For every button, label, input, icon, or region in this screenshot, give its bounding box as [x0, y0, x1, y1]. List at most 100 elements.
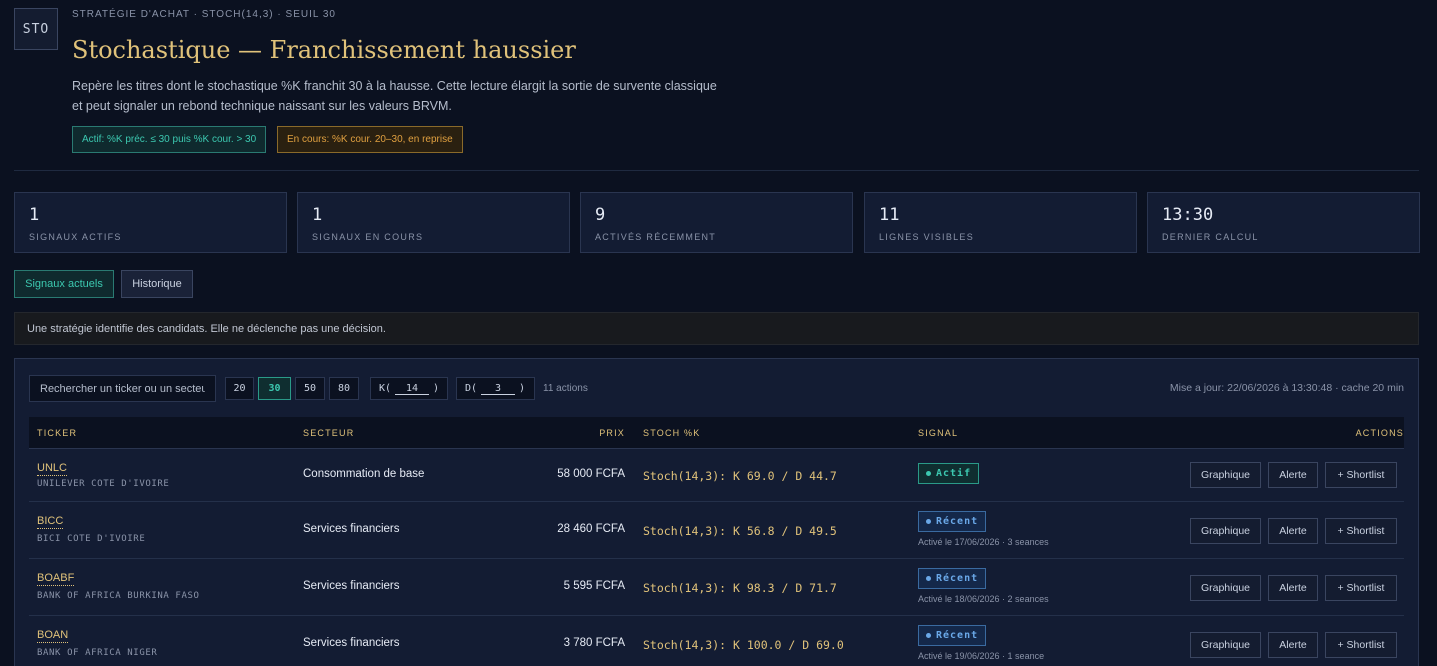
table-row: UNLC UNILEVER COTE D'IVOIRE Consommation…: [29, 449, 1404, 502]
column-actions: ACTIONS: [1355, 428, 1404, 438]
active-condition-chip: Actif: %K préc. ≤ 30 puis %K cour. > 30: [72, 126, 267, 153]
last-updated: Mise a jour: 22/06/2026 à 13:30:48 · cac…: [1169, 382, 1404, 394]
status-dot-icon: [926, 633, 931, 638]
status-dot-icon: [926, 576, 931, 581]
status-badge-label: Actif: [936, 468, 972, 479]
stat-value: 11: [879, 205, 900, 225]
stoch-cell: Stoch(14,3): K 100.0 / D 69.0: [643, 638, 844, 652]
stoch-cell: Stoch(14,3): K 69.0 / D 44.7: [643, 469, 837, 483]
activation-date: Activé le 17/06/2026 · 3 seances: [918, 537, 1049, 547]
sector-cell: Services financiers: [303, 637, 400, 649]
signals-panel: 20 30 50 80 K( 14 ) D( 3 ) 11 actions Mi…: [14, 358, 1419, 666]
stat-active-signals: 1 SIGNAUX ACTIFS: [14, 192, 287, 253]
stat-label: LIGNES VISIBLES: [879, 232, 975, 242]
company-name: BANK OF AFRICA NIGER: [37, 648, 158, 658]
shortlist-button[interactable]: + Shortlist: [1325, 575, 1397, 601]
k-period-input[interactable]: K( 14 ): [370, 377, 448, 400]
page-title: Stochastique — Franchissement haussier: [72, 36, 576, 64]
alert-button[interactable]: Alerte: [1268, 632, 1318, 658]
k-value[interactable]: 14: [395, 383, 429, 395]
stat-label: SIGNAUX ACTIFS: [29, 232, 122, 242]
table-header: TICKER SECTEUR PRIX STOCH %K SIGNAL ACTI…: [29, 417, 1404, 449]
shortlist-button[interactable]: + Shortlist: [1325, 518, 1397, 544]
status-dot-icon: [926, 519, 931, 524]
activation-date: Activé le 18/06/2026 · 2 seances: [918, 594, 1049, 604]
level-button-20[interactable]: 20: [225, 377, 254, 400]
stat-visible-rows: 11 LIGNES VISIBLES: [864, 192, 1137, 253]
pending-condition-chip: En cours: %K cour. 20–30, en reprise: [277, 126, 463, 153]
disclaimer-notice: Une stratégie identifie des candidats. E…: [14, 312, 1419, 345]
stat-last-computation: 13:30 DERNIER CALCUL: [1147, 192, 1420, 253]
result-count: 11 actions: [543, 383, 588, 394]
ticker-link[interactable]: BICC: [37, 515, 64, 529]
ticker-link[interactable]: UNLC: [37, 462, 67, 476]
sector-cell: Services financiers: [303, 580, 400, 592]
description-line-2: et peut signaler un rebond technique nai…: [72, 99, 452, 113]
stat-label: DERNIER CALCUL: [1162, 232, 1259, 242]
activation-date: Activé le 19/06/2026 · 1 seance: [918, 651, 1045, 661]
strategy-description: Repère les titres dont le stochastique %…: [72, 76, 752, 116]
level-button-30[interactable]: 30: [258, 377, 291, 400]
search-input[interactable]: [29, 375, 216, 402]
shortlist-button[interactable]: + Shortlist: [1325, 632, 1397, 658]
stoch-cell: Stoch(14,3): K 56.8 / D 49.5: [643, 524, 837, 538]
column-price[interactable]: PRIX: [599, 428, 625, 438]
status-badge: Récent: [918, 625, 987, 646]
price-cell: 58 000 FCFA: [557, 468, 625, 480]
strategy-logo: STO: [14, 8, 58, 50]
company-name: BICI COTE D'IVOIRE: [37, 534, 146, 544]
status-badge-label: Récent: [936, 516, 979, 527]
status-dot-icon: [926, 471, 931, 476]
stat-label: SIGNAUX EN COURS: [312, 232, 424, 242]
company-name: BANK OF AFRICA BURKINA FASO: [37, 591, 200, 601]
price-cell: 28 460 FCFA: [557, 523, 625, 535]
d-period-input[interactable]: D( 3 ): [456, 377, 535, 400]
sector-cell: Services financiers: [303, 523, 400, 535]
k-close: ): [432, 383, 439, 394]
table-row: BOABF BANK OF AFRICA BURKINA FASO Servic…: [29, 559, 1404, 616]
price-cell: 3 780 FCFA: [563, 637, 625, 649]
d-value[interactable]: 3: [481, 383, 516, 395]
chart-button[interactable]: Graphique: [1190, 575, 1261, 601]
stat-value: 9: [595, 205, 606, 225]
stat-recently-activated: 9 ACTIVÉS RÉCEMMENT: [580, 192, 853, 253]
tab-current-signals[interactable]: Signaux actuels: [14, 270, 114, 298]
level-button-50[interactable]: 50: [295, 377, 325, 400]
alert-button[interactable]: Alerte: [1268, 575, 1318, 601]
strategy-eyebrow: STRATÉGIE D'ACHAT · STOCH(14,3) · SEUIL …: [72, 9, 336, 20]
stoch-cell: Stoch(14,3): K 98.3 / D 71.7: [643, 581, 837, 595]
status-badge: Récent: [918, 568, 987, 589]
stat-value: 1: [29, 205, 40, 225]
ticker-link[interactable]: BOAN: [37, 629, 69, 643]
column-signal[interactable]: SIGNAL: [918, 428, 958, 438]
tab-history[interactable]: Historique: [121, 270, 193, 298]
table-row: BOAN BANK OF AFRICA NIGER Services finan…: [29, 616, 1404, 666]
sector-cell: Consommation de base: [303, 468, 425, 480]
column-sector[interactable]: SECTEUR: [303, 428, 354, 438]
stat-label: ACTIVÉS RÉCEMMENT: [595, 232, 717, 242]
d-label: D(: [465, 383, 478, 394]
alert-button[interactable]: Alerte: [1268, 462, 1318, 488]
chart-button[interactable]: Graphique: [1190, 632, 1261, 658]
column-stoch[interactable]: STOCH %K: [643, 428, 700, 438]
level-button-80[interactable]: 80: [329, 377, 359, 400]
ticker-link[interactable]: BOABF: [37, 572, 75, 586]
shortlist-button[interactable]: + Shortlist: [1325, 462, 1397, 488]
column-ticker[interactable]: TICKER: [37, 428, 77, 438]
status-badge-label: Récent: [936, 573, 979, 584]
stat-value: 1: [312, 205, 323, 225]
status-badge: Récent: [918, 511, 987, 532]
d-close: ): [519, 383, 526, 394]
price-cell: 5 595 FCFA: [563, 580, 625, 592]
stat-value: 13:30: [1162, 205, 1214, 225]
company-name: UNILEVER COTE D'IVOIRE: [37, 479, 170, 489]
description-line-1: Repère les titres dont le stochastique %…: [72, 79, 717, 93]
stat-pending-signals: 1 SIGNAUX EN COURS: [297, 192, 570, 253]
header-divider: [14, 170, 1419, 171]
k-label: K(: [379, 383, 392, 394]
alert-button[interactable]: Alerte: [1268, 518, 1318, 544]
chart-button[interactable]: Graphique: [1190, 462, 1261, 488]
table-row: BICC BICI COTE D'IVOIRE Services financi…: [29, 502, 1404, 559]
chart-button[interactable]: Graphique: [1190, 518, 1261, 544]
status-badge: Actif: [918, 463, 980, 484]
